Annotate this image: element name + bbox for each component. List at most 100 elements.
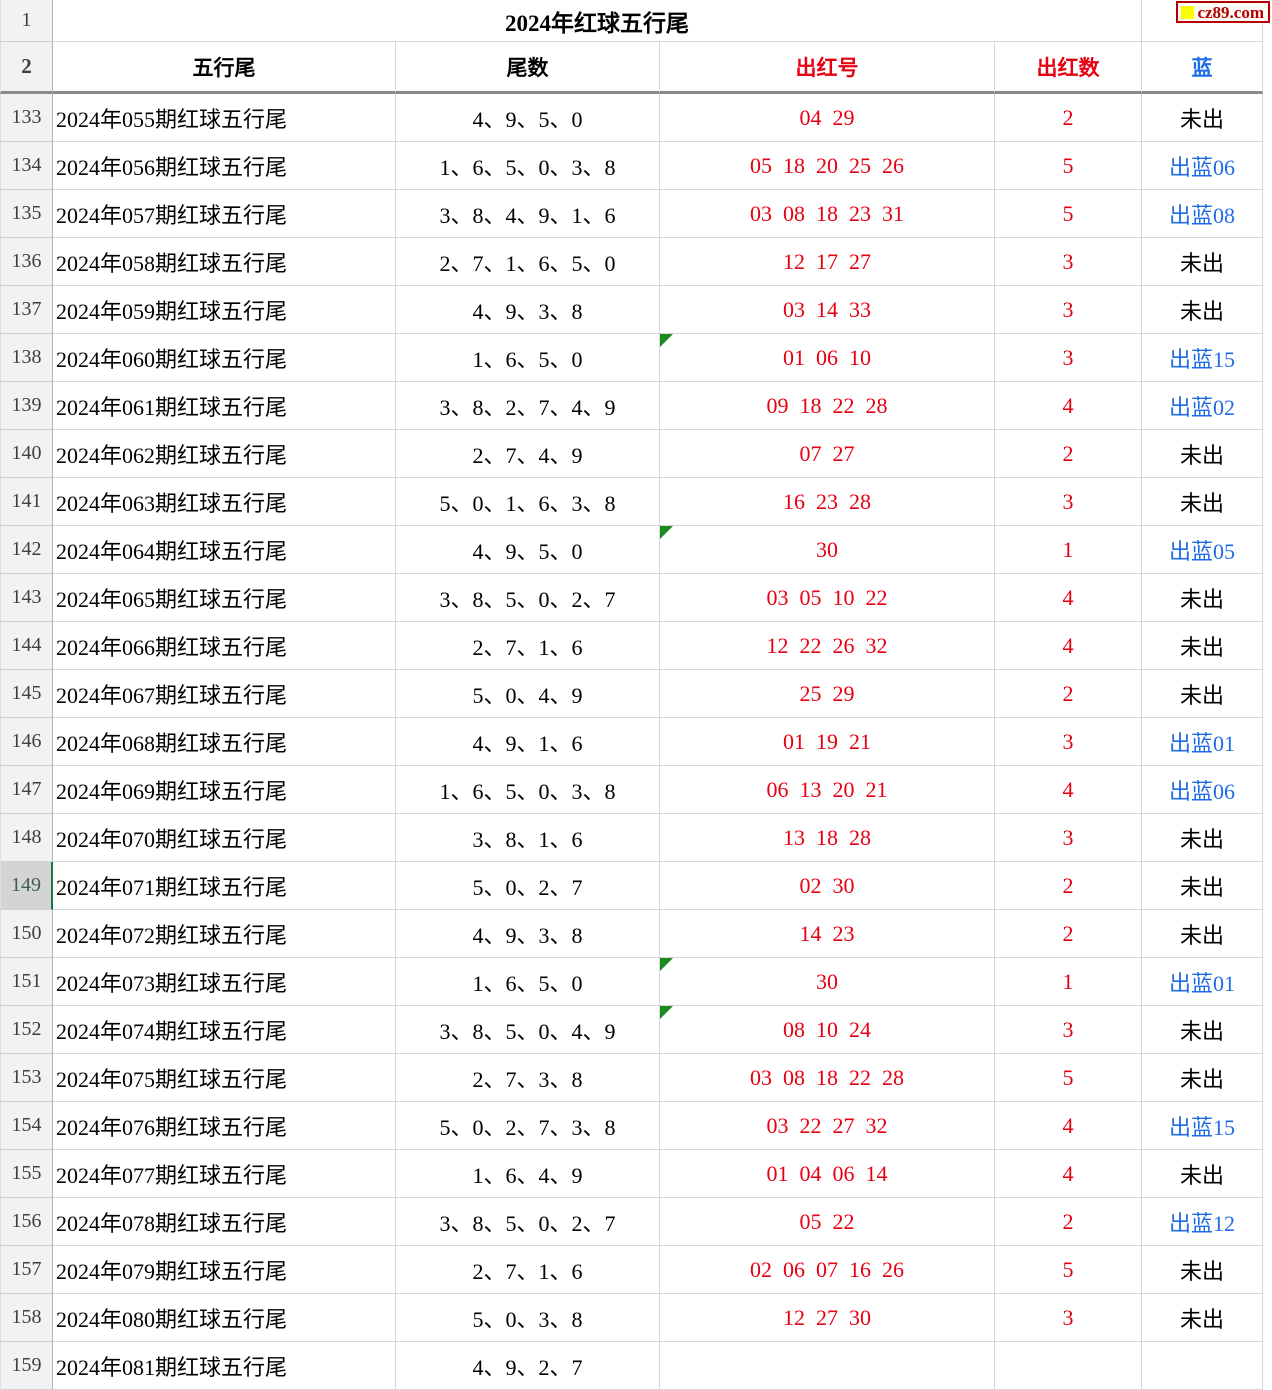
- row-number-cell[interactable]: 154: [0, 1102, 53, 1150]
- red-numbers-cell[interactable]: 02 06 07 16 26: [660, 1246, 995, 1294]
- tails-cell[interactable]: 3、8、1、6: [396, 814, 660, 862]
- blue-result-cell[interactable]: [1142, 1342, 1263, 1390]
- period-name-cell[interactable]: 2024年081期红球五行尾: [53, 1342, 396, 1390]
- row-number-cell[interactable]: 155: [0, 1150, 53, 1198]
- red-numbers-cell[interactable]: 01 06 10: [660, 334, 995, 382]
- blue-result-cell[interactable]: 未出: [1142, 814, 1263, 862]
- row-number-cell[interactable]: 147: [0, 766, 53, 814]
- red-count-cell[interactable]: 2: [995, 670, 1142, 718]
- red-count-cell[interactable]: 3: [995, 718, 1142, 766]
- tails-cell[interactable]: 1、6、4、9: [396, 1150, 660, 1198]
- row-header-cell[interactable]: 1: [0, 0, 53, 42]
- red-numbers-cell[interactable]: 05 18 20 25 26: [660, 142, 995, 190]
- blue-result-cell[interactable]: 未出: [1142, 286, 1263, 334]
- red-numbers-cell[interactable]: 07 27: [660, 430, 995, 478]
- period-name-cell[interactable]: 2024年075期红球五行尾: [53, 1054, 396, 1102]
- red-count-cell[interactable]: 2: [995, 430, 1142, 478]
- red-count-cell[interactable]: 2: [995, 862, 1142, 910]
- tails-cell[interactable]: 2、7、1、6、5、0: [396, 238, 660, 286]
- red-numbers-cell[interactable]: 30: [660, 958, 995, 1006]
- tails-cell[interactable]: 4、9、2、7: [396, 1342, 660, 1390]
- red-numbers-cell[interactable]: 01 19 21: [660, 718, 995, 766]
- period-name-cell[interactable]: 2024年067期红球五行尾: [53, 670, 396, 718]
- tails-cell[interactable]: 4、9、1、6: [396, 718, 660, 766]
- tails-cell[interactable]: 4、9、3、8: [396, 910, 660, 958]
- tails-cell[interactable]: 5、0、2、7、3、8: [396, 1102, 660, 1150]
- col-header-blue[interactable]: 蓝: [1142, 42, 1263, 94]
- row-number-cell[interactable]: 140: [0, 430, 53, 478]
- red-count-cell[interactable]: 3: [995, 814, 1142, 862]
- blue-result-cell[interactable]: 出蓝06: [1142, 142, 1263, 190]
- row-number-cell[interactable]: 150: [0, 910, 53, 958]
- blue-result-cell[interactable]: 出蓝02: [1142, 382, 1263, 430]
- row-number-cell[interactable]: 157: [0, 1246, 53, 1294]
- blue-result-cell[interactable]: 未出: [1142, 910, 1263, 958]
- red-count-cell[interactable]: 5: [995, 190, 1142, 238]
- row-number-cell[interactable]: 139: [0, 382, 53, 430]
- row-header-cell[interactable]: 2: [0, 42, 53, 94]
- period-name-cell[interactable]: 2024年077期红球五行尾: [53, 1150, 396, 1198]
- col-header-red-count[interactable]: 出红数: [995, 42, 1142, 94]
- row-number-cell[interactable]: 134: [0, 142, 53, 190]
- tails-cell[interactable]: 4、9、5、0: [396, 94, 660, 142]
- period-name-cell[interactable]: 2024年062期红球五行尾: [53, 430, 396, 478]
- row-number-cell[interactable]: 136: [0, 238, 53, 286]
- blue-result-cell[interactable]: 出蓝08: [1142, 190, 1263, 238]
- row-number-cell[interactable]: 138: [0, 334, 53, 382]
- tails-cell[interactable]: 2、7、1、6: [396, 622, 660, 670]
- tails-cell[interactable]: 5、0、3、8: [396, 1294, 660, 1342]
- red-numbers-cell[interactable]: 13 18 28: [660, 814, 995, 862]
- tails-cell[interactable]: 1、6、5、0: [396, 334, 660, 382]
- row-number-cell[interactable]: 135: [0, 190, 53, 238]
- red-count-cell[interactable]: 3: [995, 286, 1142, 334]
- blue-result-cell[interactable]: 出蓝15: [1142, 334, 1263, 382]
- period-name-cell[interactable]: 2024年064期红球五行尾: [53, 526, 396, 574]
- blue-result-cell[interactable]: 出蓝01: [1142, 958, 1263, 1006]
- col-header-tail-numbers[interactable]: 尾数: [396, 42, 660, 94]
- red-count-cell[interactable]: 4: [995, 382, 1142, 430]
- tails-cell[interactable]: 3、8、5、0、4、9: [396, 1006, 660, 1054]
- blue-result-cell[interactable]: 未出: [1142, 1054, 1263, 1102]
- blue-result-cell[interactable]: 未出: [1142, 574, 1263, 622]
- red-numbers-cell[interactable]: 02 30: [660, 862, 995, 910]
- red-count-cell[interactable]: 3: [995, 238, 1142, 286]
- red-numbers-cell[interactable]: 03 22 27 32: [660, 1102, 995, 1150]
- tails-cell[interactable]: 2、7、1、6: [396, 1246, 660, 1294]
- red-count-cell[interactable]: 4: [995, 1150, 1142, 1198]
- period-name-cell[interactable]: 2024年068期红球五行尾: [53, 718, 396, 766]
- tails-cell[interactable]: 1、6、5、0、3、8: [396, 142, 660, 190]
- red-numbers-cell[interactable]: [660, 1342, 995, 1390]
- red-count-cell[interactable]: 4: [995, 622, 1142, 670]
- period-name-cell[interactable]: 2024年079期红球五行尾: [53, 1246, 396, 1294]
- blue-result-cell[interactable]: 未出: [1142, 238, 1263, 286]
- red-count-cell[interactable]: [995, 1342, 1142, 1390]
- red-numbers-cell[interactable]: 04 29: [660, 94, 995, 142]
- period-name-cell[interactable]: 2024年056期红球五行尾: [53, 142, 396, 190]
- red-numbers-cell[interactable]: 25 29: [660, 670, 995, 718]
- tails-cell[interactable]: 1、6、5、0、3、8: [396, 766, 660, 814]
- row-number-cell[interactable]: 146: [0, 718, 53, 766]
- red-numbers-cell[interactable]: 06 13 20 21: [660, 766, 995, 814]
- red-numbers-cell[interactable]: 03 14 33: [660, 286, 995, 334]
- tails-cell[interactable]: 5、0、1、6、3、8: [396, 478, 660, 526]
- tails-cell[interactable]: 2、7、4、9: [396, 430, 660, 478]
- blue-result-cell[interactable]: 出蓝12: [1142, 1198, 1263, 1246]
- period-name-cell[interactable]: 2024年060期红球五行尾: [53, 334, 396, 382]
- blue-result-cell[interactable]: 未出: [1142, 1246, 1263, 1294]
- col-header-red-numbers[interactable]: 出红号: [660, 42, 995, 94]
- blue-result-cell[interactable]: 出蓝15: [1142, 1102, 1263, 1150]
- tails-cell[interactable]: 2、7、3、8: [396, 1054, 660, 1102]
- blue-result-cell[interactable]: 出蓝05: [1142, 526, 1263, 574]
- blue-result-cell[interactable]: 未出: [1142, 1294, 1263, 1342]
- period-name-cell[interactable]: 2024年078期红球五行尾: [53, 1198, 396, 1246]
- red-numbers-cell[interactable]: 05 22: [660, 1198, 995, 1246]
- red-numbers-cell[interactable]: 12 27 30: [660, 1294, 995, 1342]
- period-name-cell[interactable]: 2024年061期红球五行尾: [53, 382, 396, 430]
- tails-cell[interactable]: 3、8、4、9、1、6: [396, 190, 660, 238]
- period-name-cell[interactable]: 2024年066期红球五行尾: [53, 622, 396, 670]
- row-number-cell[interactable]: 137: [0, 286, 53, 334]
- row-number-cell[interactable]: 159: [0, 1342, 53, 1390]
- period-name-cell[interactable]: 2024年059期红球五行尾: [53, 286, 396, 334]
- red-numbers-cell[interactable]: 12 22 26 32: [660, 622, 995, 670]
- red-count-cell[interactable]: 2: [995, 1198, 1142, 1246]
